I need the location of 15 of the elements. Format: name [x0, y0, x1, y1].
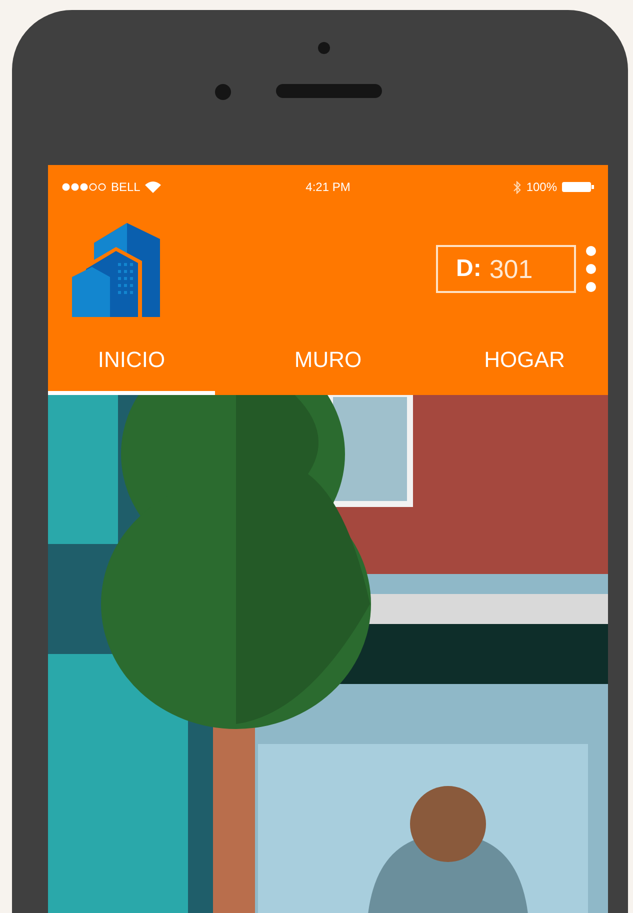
clock-time: 4:21 PM — [306, 180, 350, 194]
buildings-icon — [72, 221, 162, 317]
signal-icon — [62, 183, 106, 191]
carrier-name: BELL — [111, 180, 140, 194]
battery-percent: 100% — [526, 180, 558, 194]
battery-icon — [562, 181, 594, 193]
sensor-icon — [318, 42, 330, 54]
camera-icon — [215, 84, 231, 100]
counter-display: D: 301 — [436, 245, 576, 293]
wifi-icon — [145, 181, 162, 193]
nav-tab[interactable]: HOGAR — [441, 329, 608, 395]
speaker-icon — [276, 84, 382, 98]
more-menu-icon[interactable] — [586, 246, 596, 292]
nav-tab[interactable]: MURO — [244, 329, 412, 395]
bluetooth-icon — [513, 180, 522, 194]
